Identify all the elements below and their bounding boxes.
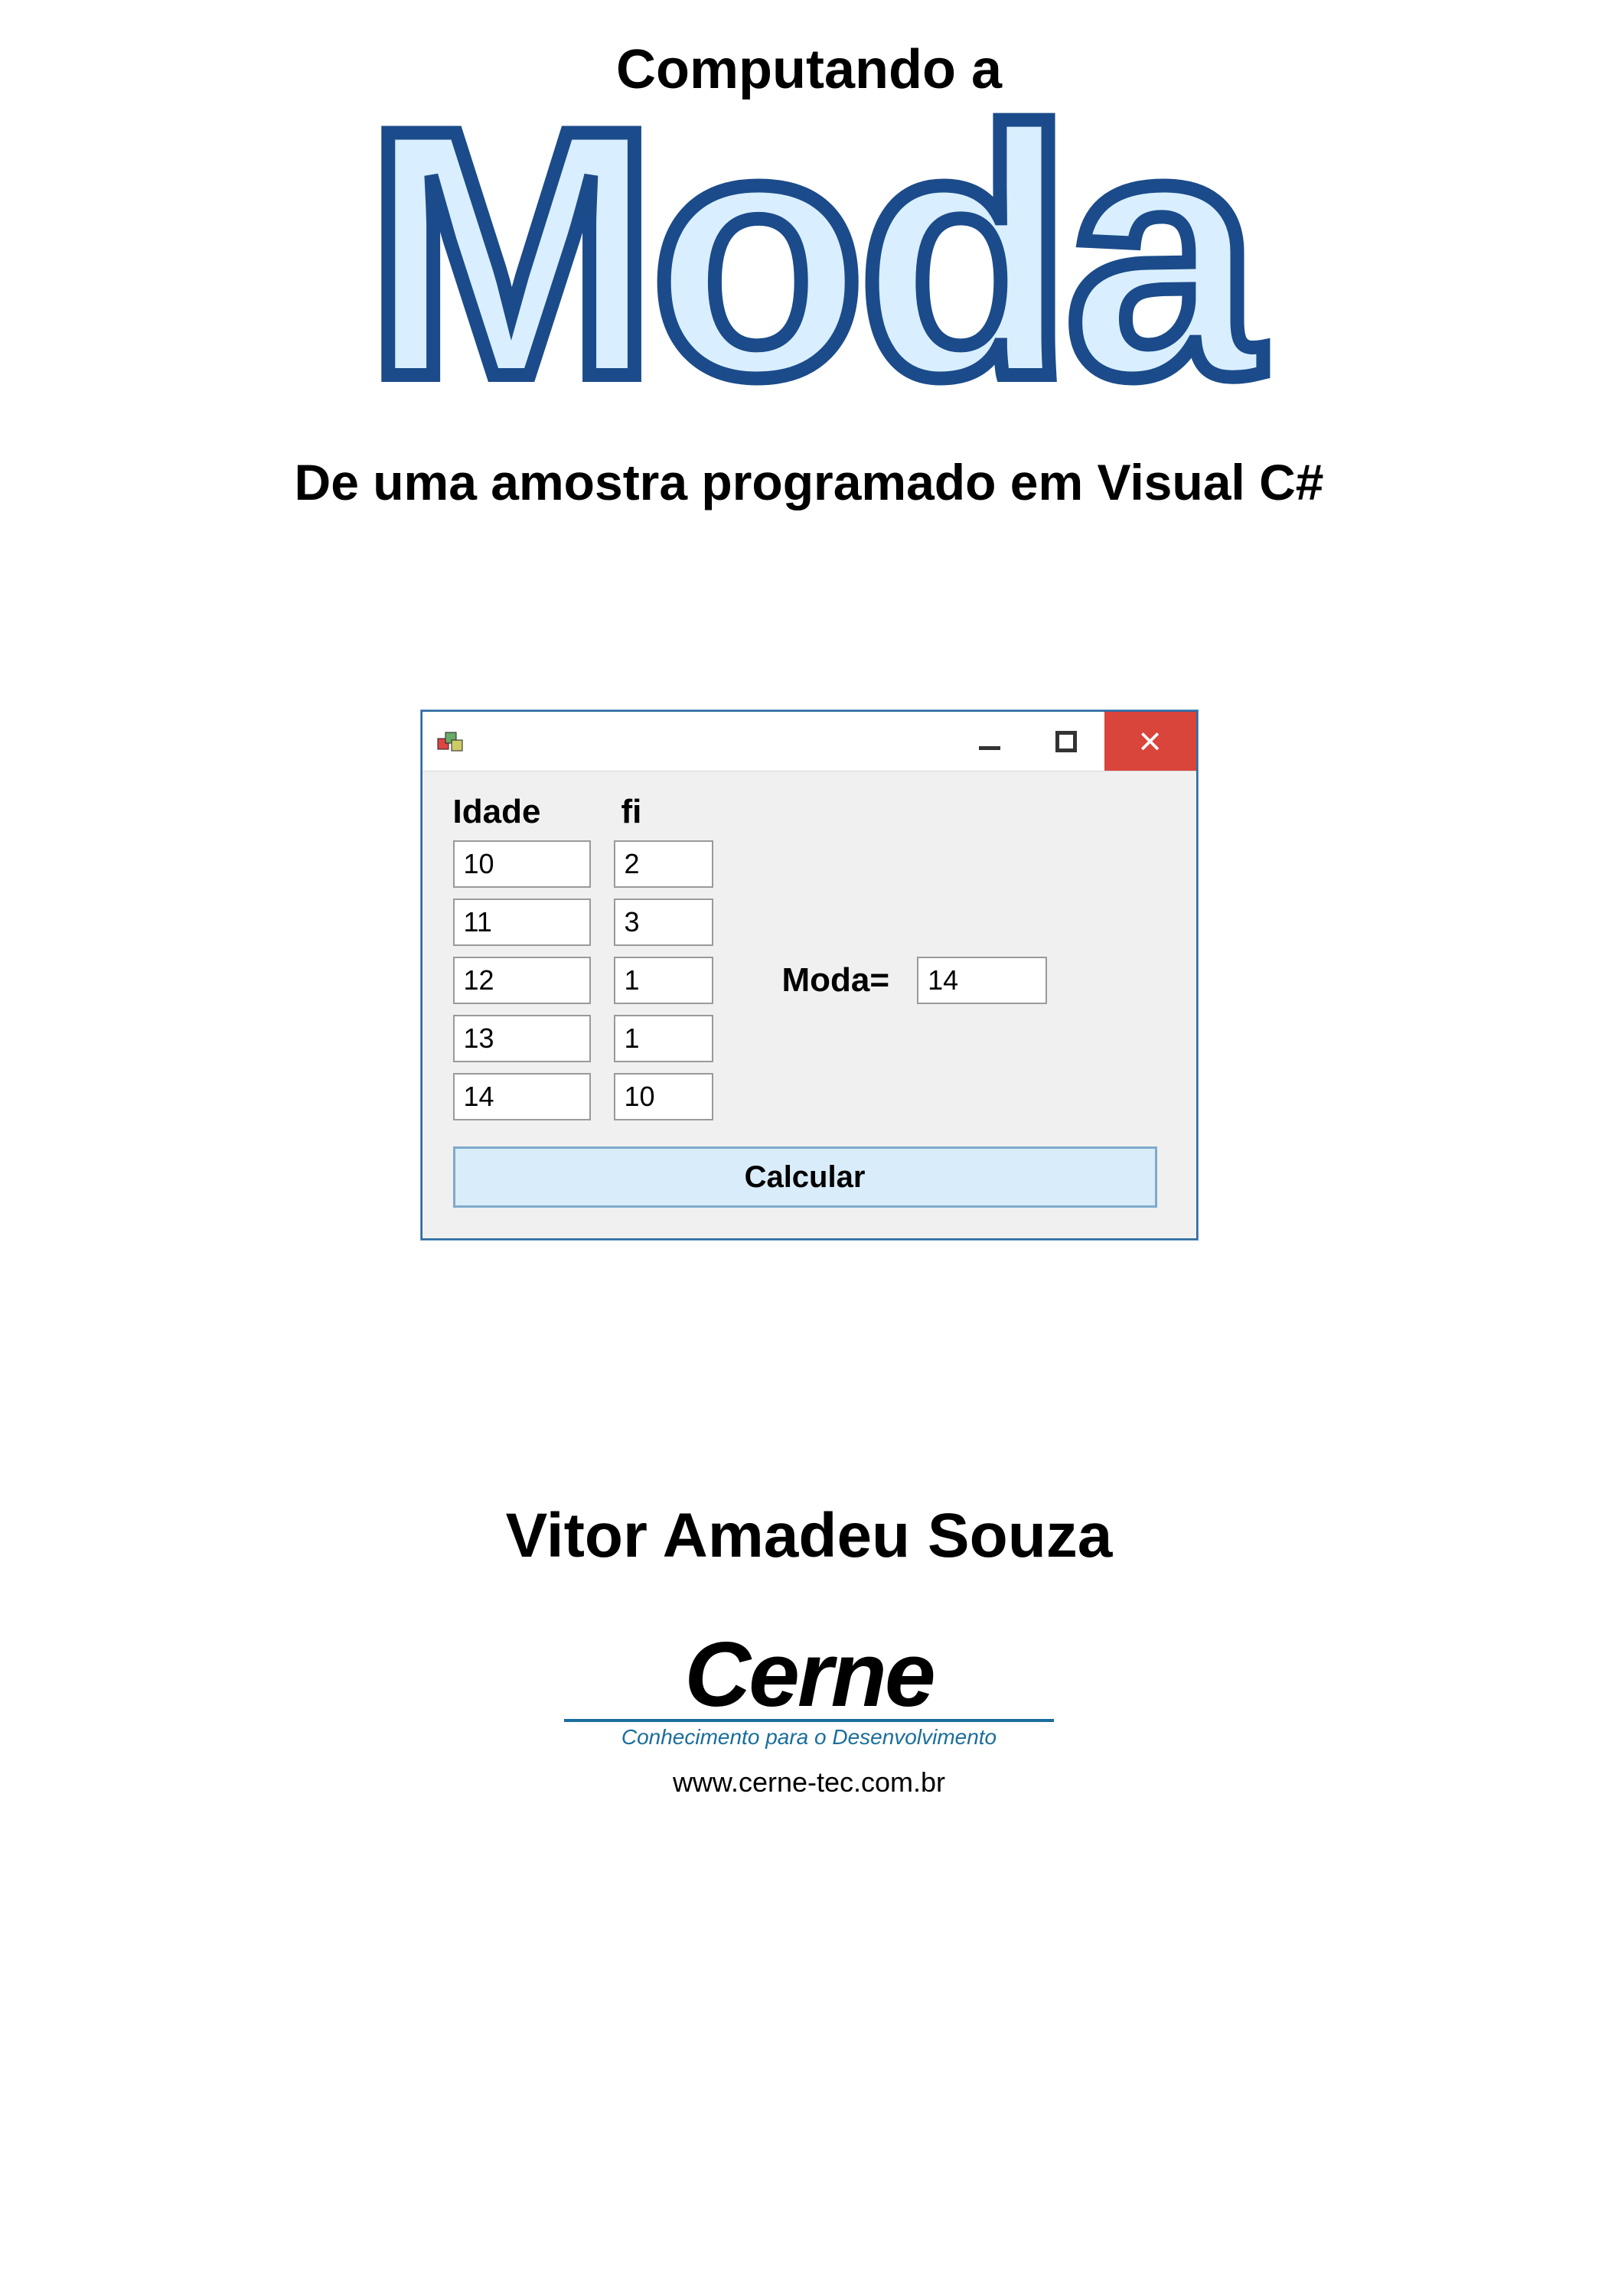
idade-input-1[interactable] [453,899,591,946]
titlebar-left [422,728,464,755]
table-row [453,840,713,888]
table-row [453,1015,713,1062]
result-label: Moda= [782,961,890,1000]
logo-tagline: Conhecimento para o Desenvolvimento [621,1725,997,1750]
form-icon [436,728,464,755]
logo-divider [564,1719,1054,1722]
table-row [453,957,713,1004]
idade-input-3[interactable] [453,1015,591,1062]
minimize-button[interactable] [951,712,1028,771]
subtitle: De uma amostra programado em Visual C# [295,453,1324,511]
fi-input-4[interactable] [614,1073,713,1120]
fi-input-0[interactable] [614,840,713,888]
result-area: Moda= [782,957,1048,1004]
result-output[interactable] [917,957,1047,1004]
idade-input-2[interactable] [453,957,591,1004]
form-body: Idade fi [422,771,1196,1238]
fi-input-3[interactable] [614,1015,713,1062]
fi-input-1[interactable] [614,899,713,946]
publisher-logo: Cerne Conhecimento para o Desenvolviment… [564,1633,1054,1799]
author-name: Vitor Amadeu Souza [506,1500,1113,1572]
table-row [453,899,713,946]
maximize-button[interactable] [1028,712,1104,771]
close-button[interactable]: × [1104,712,1196,771]
logo-text: Cerne [684,1633,933,1716]
idade-input-0[interactable] [453,840,591,888]
input-rows [453,840,713,1120]
logo-url: www.cerne-tec.com.br [673,1766,945,1799]
header-idade: Idade [453,793,591,831]
idade-input-4[interactable] [453,1073,591,1120]
header-fi: fi [614,793,713,831]
column-headers: Idade fi [453,793,1166,831]
windows-form: × Idade fi [421,710,1198,1240]
main-title: Moda [365,78,1254,430]
titlebar: × [422,712,1196,771]
table-row [453,1073,713,1120]
window-controls: × [951,712,1196,771]
book-cover: Computando a Moda De uma amostra program… [0,0,1618,2296]
calculate-button[interactable]: Calcular [453,1146,1157,1208]
fi-input-2[interactable] [614,957,713,1004]
